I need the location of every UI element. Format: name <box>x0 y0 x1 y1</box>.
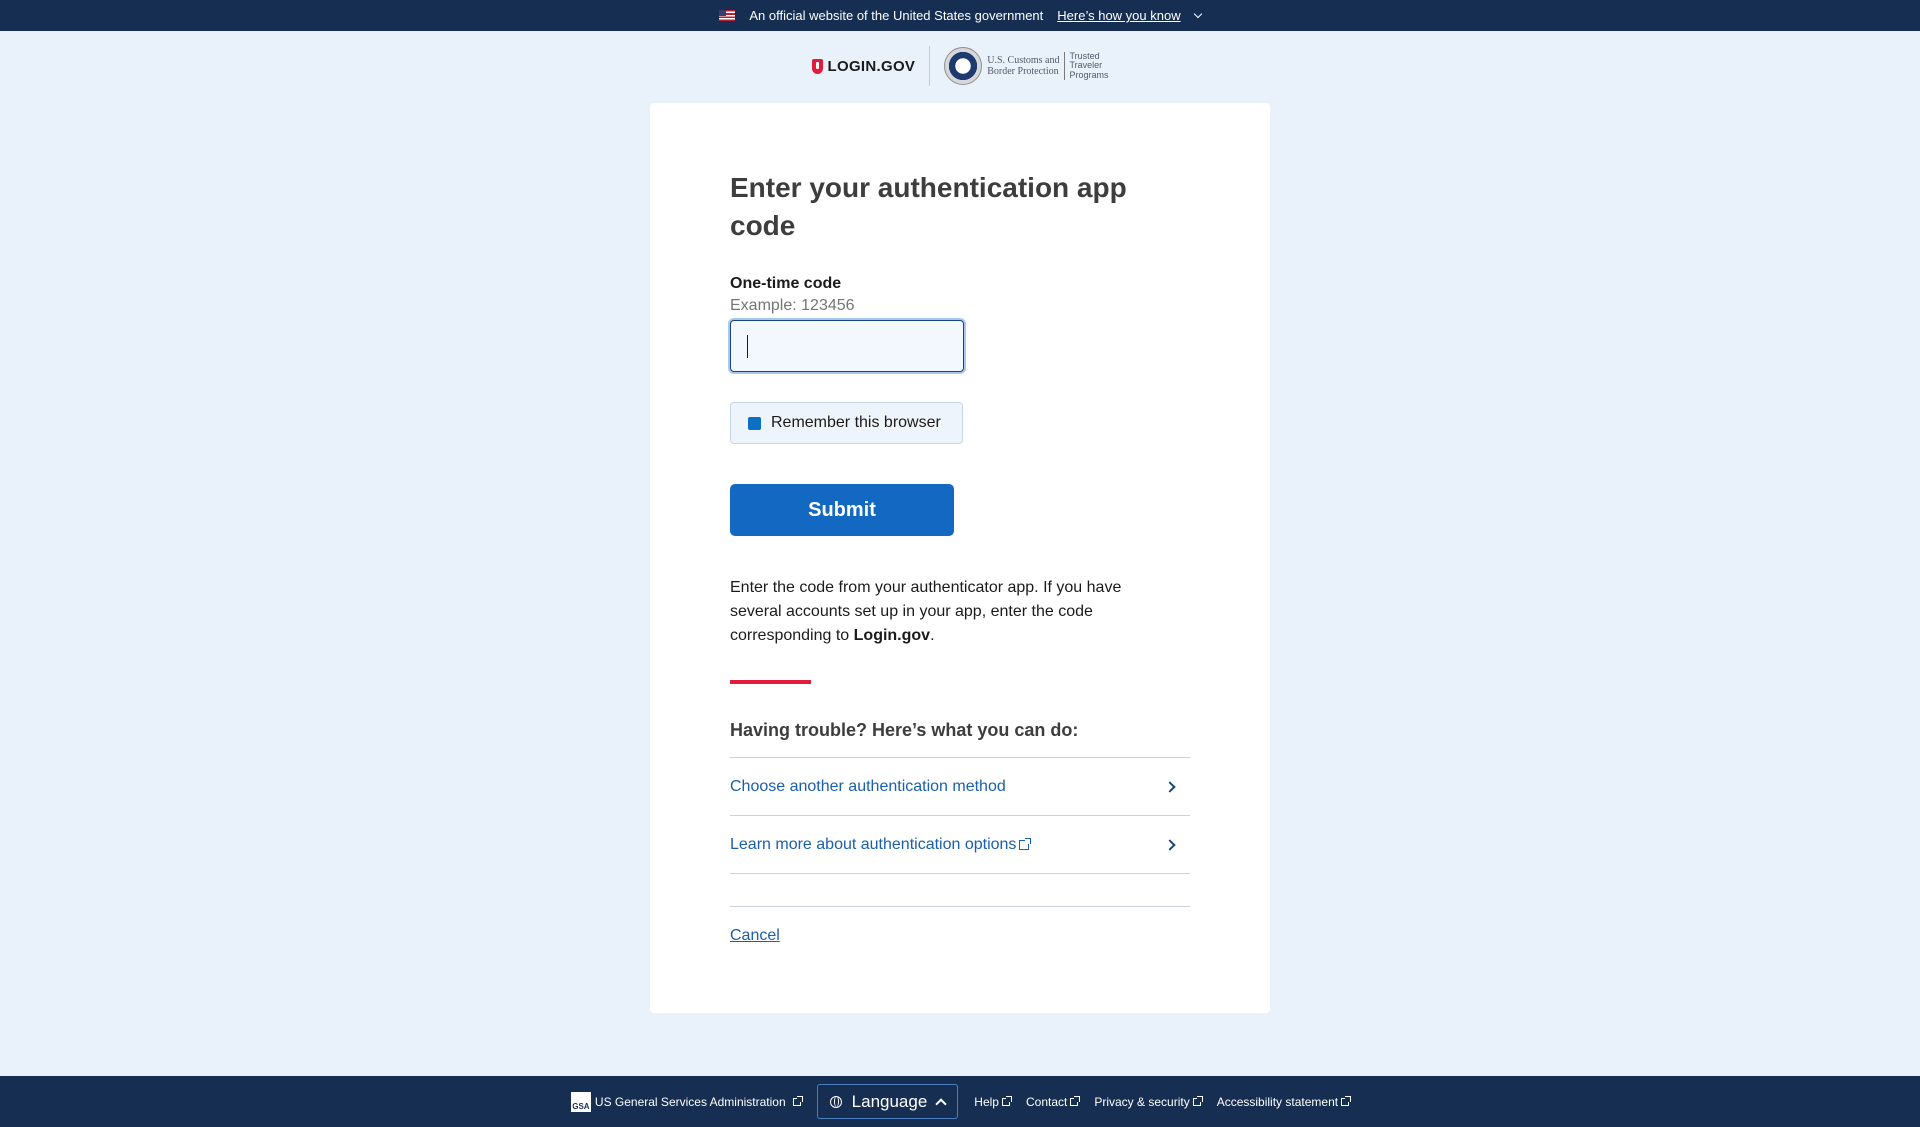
site-header: LOGIN.GOV U.S. Customs and Border Protec… <box>0 44 1920 88</box>
external-link-icon <box>1019 837 1032 850</box>
remember-browser-label: Remember this browser <box>771 414 941 431</box>
accent-divider <box>730 680 811 684</box>
cancel-link[interactable]: Cancel <box>730 927 780 945</box>
globe-icon <box>829 1095 842 1108</box>
site-footer: GSA US General Services Administration L… <box>0 1076 1920 1127</box>
footer-link-help[interactable]: Help <box>974 1095 1012 1109</box>
card-content: Enter your authentication app code One-t… <box>730 169 1190 945</box>
chevron-right-icon <box>1164 780 1176 793</box>
footer-link-accessibility[interactable]: Accessibility statement <box>1217 1095 1352 1109</box>
one-time-code-label: One-time code <box>730 275 842 292</box>
instructions-text: Enter the code from your authenticator a… <box>730 579 1122 644</box>
text-caret <box>747 335 748 358</box>
gsa-label[interactable]: US General Services Administration <box>595 1095 786 1109</box>
cancel-divider <box>730 906 1190 907</box>
login-gov-logo: LOGIN.GOV <box>811 57 916 75</box>
footer-link-privacy[interactable]: Privacy & security <box>1094 1095 1203 1109</box>
choose-another-method-link[interactable]: Choose another authentication method <box>730 758 1190 816</box>
gov-banner: An official website of the United States… <box>0 0 1920 31</box>
language-label[interactable]: Language <box>852 1092 928 1112</box>
learn-more-options-link[interactable]: Learn more about authentication options <box>730 816 1190 874</box>
cbp-name: U.S. Customs and Border Protection <box>987 55 1060 77</box>
dhs-seal-icon <box>944 47 983 85</box>
chevron-down-icon[interactable] <box>1193 9 1202 18</box>
us-flag-icon <box>719 10 736 21</box>
gsa-logo-icon: GSA <box>570 1091 591 1112</box>
option-label[interactable]: Learn more about authentication options <box>730 836 1016 853</box>
checkbox-icon[interactable] <box>748 416 761 430</box>
remember-browser-checkbox[interactable]: Remember this browser <box>730 402 963 444</box>
cbp-logo: U.S. Customs and Border Protection Trust… <box>944 47 1108 85</box>
logo-divider <box>929 46 931 86</box>
chevron-up-icon <box>935 1097 947 1110</box>
trouble-options: Choose another authentication method Lea… <box>730 757 1190 874</box>
language-button[interactable]: Language <box>816 1084 959 1119</box>
login-gov-bold: Login.gov <box>853 627 931 644</box>
login-gov-logo-text: LOGIN.GOV <box>827 57 916 75</box>
external-link-icon <box>1070 1095 1081 1106</box>
footer-link-contact[interactable]: Contact <box>1026 1095 1081 1109</box>
trouble-heading: Having trouble? Here’s what you can do: <box>730 720 1079 740</box>
auth-card: Enter your authentication app code One-t… <box>650 103 1270 1013</box>
option-label[interactable]: Choose another authentication method <box>730 778 1006 796</box>
page-title: Enter your authentication app code <box>730 172 1127 241</box>
external-link-icon <box>792 1095 803 1106</box>
submit-button[interactable]: Submit <box>730 484 954 536</box>
trusted-traveler-programs: Trusted Traveler Programs <box>1064 51 1108 81</box>
chevron-right-icon <box>1164 838 1176 851</box>
external-link-icon <box>1001 1095 1012 1106</box>
one-time-code-hint: Example: 123456 <box>730 297 855 314</box>
one-time-code-input[interactable] <box>730 320 964 372</box>
external-link-icon <box>1341 1095 1352 1106</box>
external-link-icon <box>1192 1095 1203 1106</box>
shield-icon <box>811 58 823 74</box>
how-you-know-link[interactable]: Here’s how you know <box>1057 8 1180 23</box>
gsa-link[interactable]: GSA US General Services Administration <box>570 1091 803 1112</box>
official-site-text: An official website of the United States… <box>749 8 1044 23</box>
